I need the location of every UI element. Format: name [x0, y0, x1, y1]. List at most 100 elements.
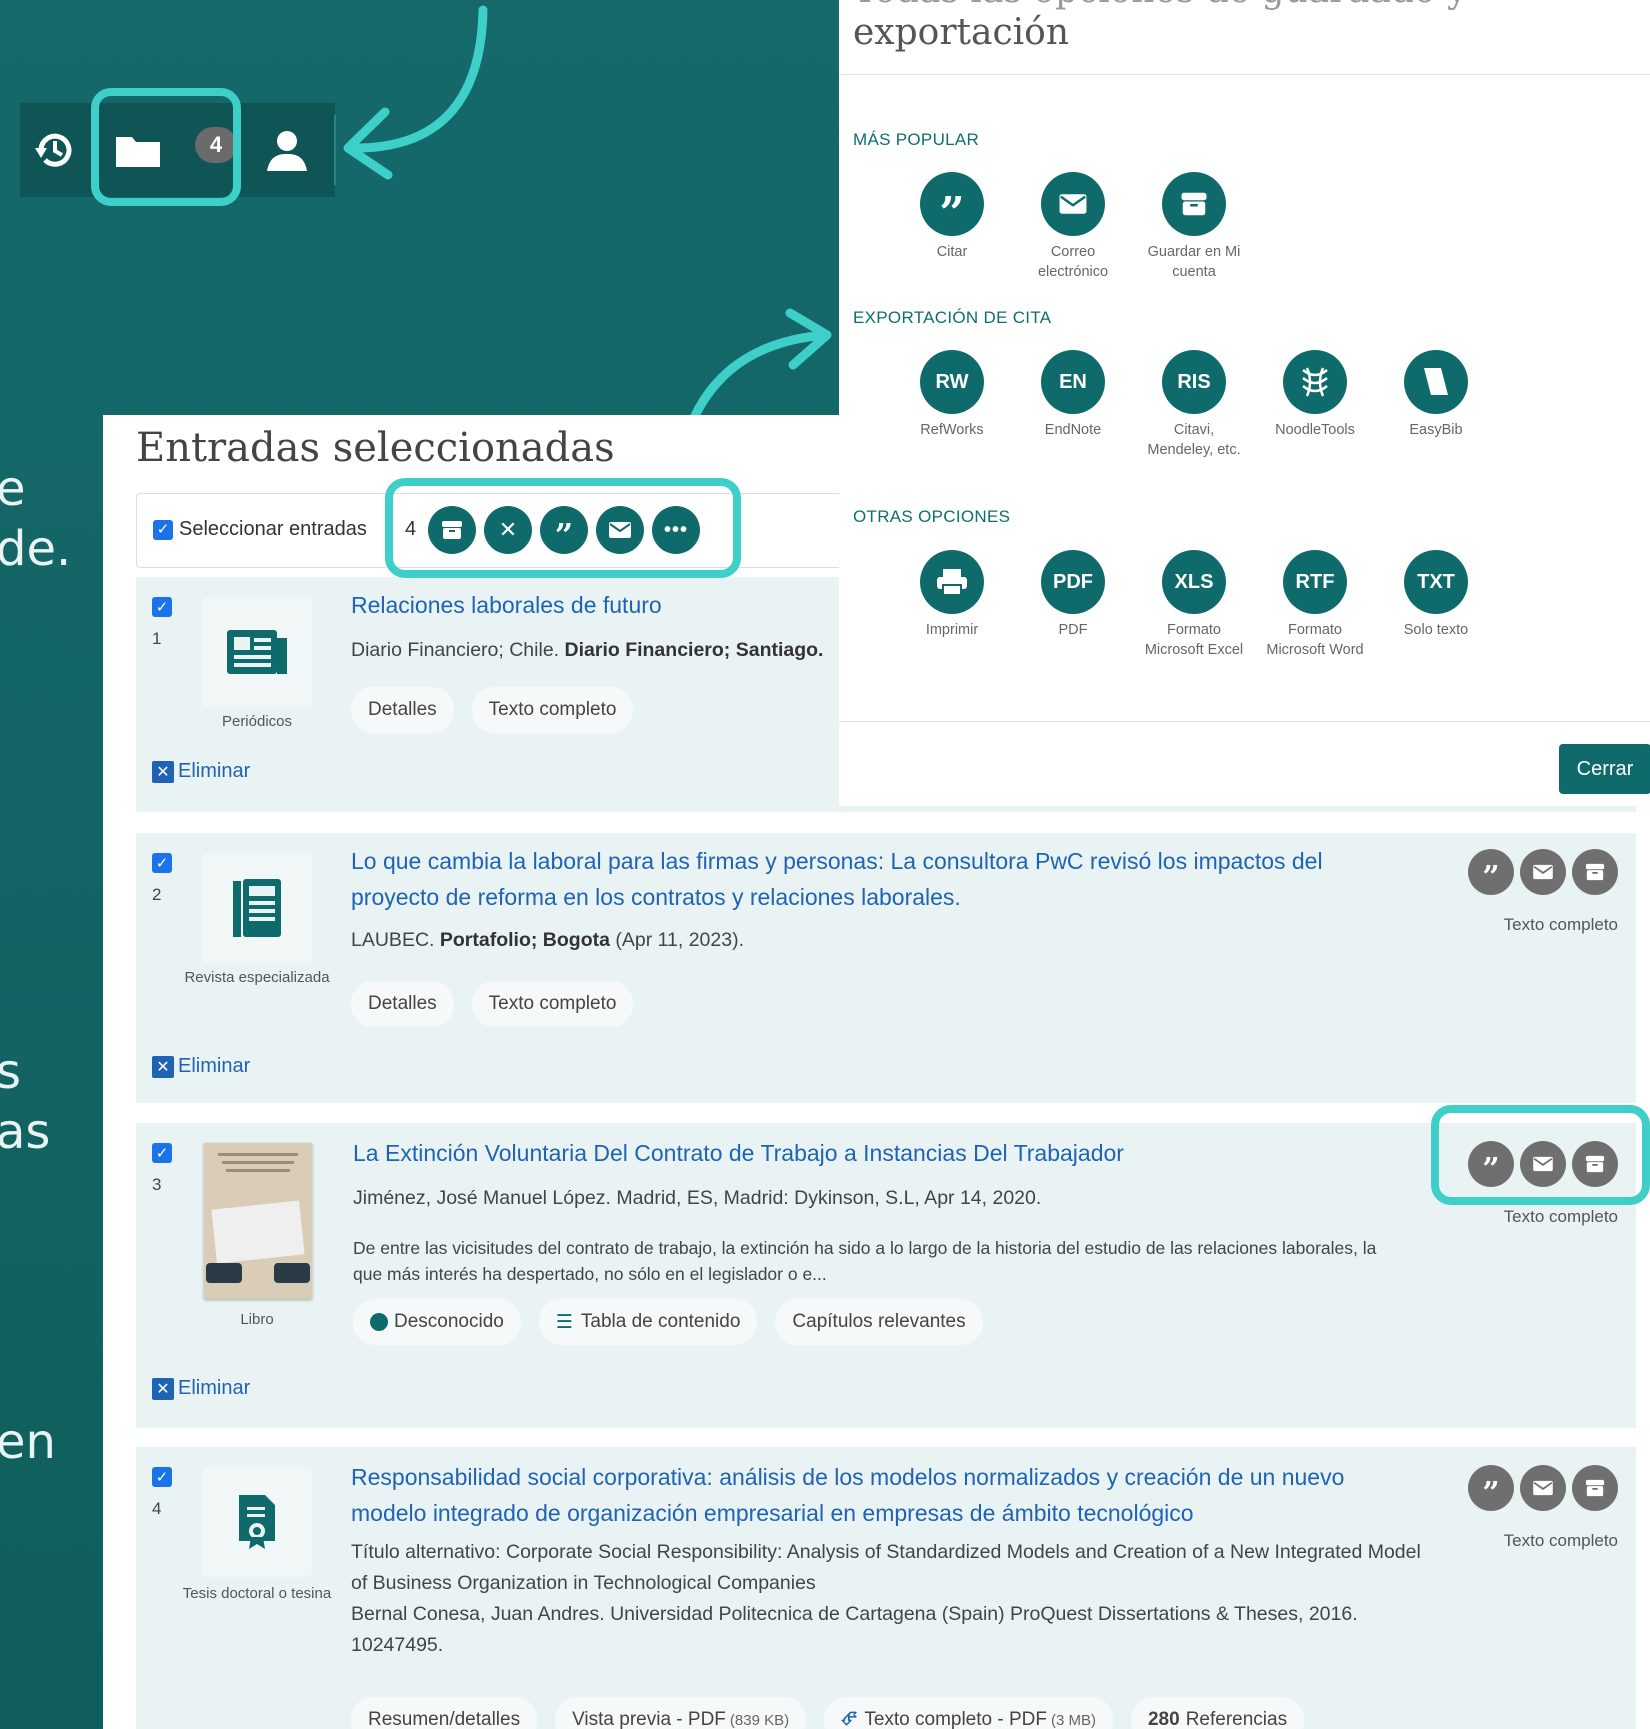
archive-icon — [1162, 172, 1226, 236]
pdf-preview-link[interactable]: Vista previa - PDF (839 KB) — [555, 1697, 807, 1729]
option-pdf[interactable]: PDF PDF — [1018, 550, 1128, 640]
record-number: 4 — [152, 1499, 162, 1518]
option-save-account[interactable]: Guardar en Mi cuenta — [1139, 172, 1249, 282]
full-text-label[interactable]: Texto completo — [1504, 1531, 1618, 1551]
option-label: Formato Microsoft Word — [1266, 622, 1364, 658]
record-actions-highlight-box — [1431, 1105, 1650, 1205]
references-link[interactable]: 280 Referencias — [1130, 1697, 1305, 1729]
mail-icon — [1533, 1480, 1553, 1496]
bulk-actions-highlight-box — [385, 478, 741, 578]
archive-icon — [1585, 1479, 1605, 1497]
account-button[interactable] — [252, 103, 322, 197]
newspaper-icon — [227, 630, 287, 674]
quote-icon: ” — [920, 172, 984, 239]
option-plain-text[interactable]: TXT Solo texto — [1381, 550, 1491, 640]
divider — [839, 74, 1650, 75]
file-size: (3 MB) — [1050, 1711, 1096, 1729]
status-dot-icon — [370, 1313, 388, 1331]
easybib-icon — [1404, 350, 1468, 414]
availability-link[interactable]: Desconocido — [353, 1299, 521, 1345]
option-label: NoodleTools — [1275, 422, 1355, 438]
save-button[interactable] — [1572, 849, 1618, 895]
record-checkbox[interactable]: ✓ — [152, 853, 172, 873]
page-title: Entradas seleccionadas — [136, 425, 615, 471]
email-button[interactable] — [1520, 1465, 1566, 1511]
close-icon: ✕ — [152, 1055, 174, 1078]
record-title-link[interactable]: Lo que cambia la laboral para las firmas… — [351, 843, 1361, 915]
record-title-link[interactable]: Relaciones laborales de futuro — [351, 587, 662, 623]
close-button[interactable]: Cerrar — [1559, 744, 1650, 794]
record-type: Revista especializada — [184, 969, 330, 986]
record-type: Tesis doctoral o tesina — [182, 1585, 332, 1602]
delete-record-button[interactable]: ✕ Eliminar — [152, 1377, 250, 1400]
user-icon — [267, 131, 307, 171]
close-icon: ✕ — [152, 760, 174, 783]
option-easybib[interactable]: EasyBib — [1381, 350, 1491, 440]
option-email[interactable]: Correo electrónico — [1018, 172, 1128, 282]
option-word[interactable]: RTF Formato Microsoft Word — [1260, 550, 1370, 660]
full-text-pdf-link[interactable]: ⮶ Texto completo - PDF (3 MB) — [824, 1697, 1113, 1729]
option-noodletools[interactable]: NoodleTools — [1260, 350, 1370, 440]
relevant-chapters-link[interactable]: Capítulos relevantes — [775, 1299, 983, 1345]
pdf-icon: ⮶ — [841, 1709, 857, 1729]
full-text-link[interactable]: Texto completo — [471, 687, 634, 733]
cite-button[interactable]: ” — [1468, 849, 1514, 895]
option-label: Formato Microsoft Excel — [1144, 622, 1244, 658]
xls-icon: XLS — [1162, 550, 1226, 614]
record-3: ✓ 3 Libro La Extinción Voluntaria Del Co… — [136, 1123, 1636, 1428]
record-source: Diario Financiero; Santiago. — [564, 639, 824, 661]
folder-highlight-box — [91, 88, 241, 206]
option-endnote[interactable]: EN EndNote — [1018, 350, 1128, 440]
record-citation: Jiménez, José Manuel López. Madrid, ES, … — [353, 1187, 1042, 1209]
record-checkbox[interactable]: ✓ — [152, 1467, 172, 1487]
full-text-pdf-label: Texto completo - PDF — [864, 1709, 1047, 1729]
option-label: Imprimir — [925, 622, 979, 638]
select-all[interactable]: ✓ Seleccionar entradas — [153, 518, 367, 541]
divider — [839, 721, 1650, 722]
select-all-label: Seleccionar entradas — [179, 518, 367, 540]
option-print[interactable]: Imprimir — [897, 550, 1007, 640]
cite-button[interactable]: ” — [1468, 1465, 1514, 1511]
full-text-link[interactable]: Texto completo — [471, 981, 634, 1027]
ris-icon: RIS — [1162, 350, 1226, 414]
file-size: (839 KB) — [729, 1711, 790, 1729]
availability-label: Desconocido — [394, 1311, 504, 1332]
record-citation: Bernal Conesa, Juan Andres. Universidad … — [351, 1603, 1358, 1656]
option-ris[interactable]: RIS Citavi, Mendeley, etc. — [1139, 350, 1249, 460]
record-title-link[interactable]: Responsabilidad social corporativa: anál… — [351, 1459, 1361, 1531]
email-button[interactable] — [1520, 849, 1566, 895]
record-source: Portafolio; Bogota — [439, 929, 610, 951]
record-quick-actions: ” — [1468, 1465, 1618, 1511]
option-label: Correo electrónico — [1037, 244, 1109, 280]
table-of-contents-link[interactable]: ☰ Tabla de contenido — [538, 1299, 758, 1345]
record-title-link[interactable]: La Extinción Voluntaria Del Contrato de … — [353, 1135, 1124, 1171]
delete-record-button[interactable]: ✕ Eliminar — [152, 1055, 250, 1078]
details-link[interactable]: Detalles — [351, 687, 454, 733]
references-label: Referencias — [1185, 1709, 1288, 1729]
record-checkbox[interactable]: ✓ — [152, 1143, 172, 1163]
record-quick-actions: ” — [1468, 849, 1618, 895]
export-title: Todas las opciones de guardado y exporta… — [853, 0, 1467, 54]
printer-icon — [920, 550, 984, 614]
option-cite[interactable]: ” Citar — [897, 172, 1007, 262]
rtf-icon: RTF — [1283, 550, 1347, 614]
abstract-details-link[interactable]: Resumen/detalles — [351, 1697, 538, 1729]
delete-record-button[interactable]: ✕ Eliminar — [152, 760, 250, 783]
history-button[interactable] — [20, 103, 90, 197]
save-button[interactable] — [1572, 1465, 1618, 1511]
side-text-fragment: e — [0, 461, 26, 517]
thesis-icon — [239, 1495, 275, 1549]
checkbox-checked-icon[interactable]: ✓ — [153, 519, 173, 540]
option-excel[interactable]: XLS Formato Microsoft Excel — [1139, 550, 1249, 660]
pdf-preview-label: Vista previa - PDF — [572, 1709, 726, 1729]
record-checkbox[interactable]: ✓ — [152, 597, 172, 617]
option-refworks[interactable]: RW RefWorks — [897, 350, 1007, 440]
full-text-label[interactable]: Texto completo — [1504, 915, 1618, 935]
side-text-fragment: as — [0, 1104, 51, 1160]
record-number: 1 — [152, 629, 162, 648]
refworks-icon: RW — [920, 350, 984, 414]
details-link[interactable]: Detalles — [351, 981, 454, 1027]
toc-label: Tabla de contenido — [580, 1311, 741, 1332]
list-icon: ☰ — [555, 1311, 573, 1333]
full-text-label[interactable]: Texto completo — [1504, 1207, 1618, 1227]
